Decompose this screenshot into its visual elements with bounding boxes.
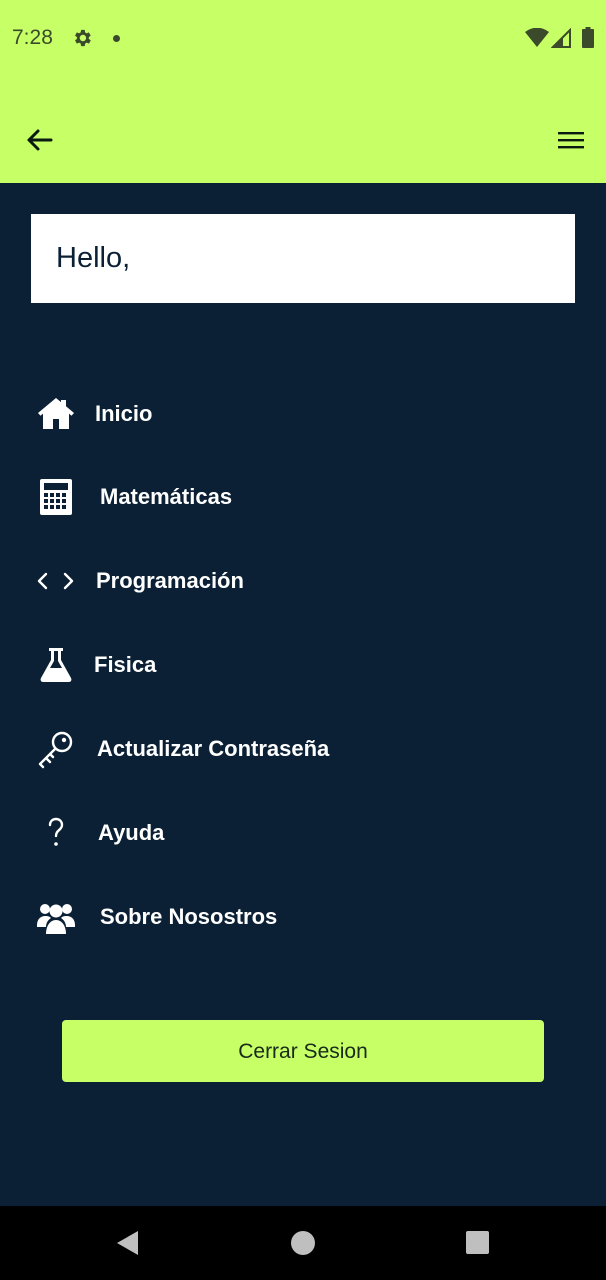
menu-item-label: Programación bbox=[96, 568, 244, 593]
nav-back-icon[interactable] bbox=[115, 1230, 141, 1256]
nav-recents-icon[interactable] bbox=[466, 1231, 489, 1254]
menu-item-label: Ayuda bbox=[98, 820, 165, 845]
wifi-icon bbox=[525, 28, 549, 47]
menu-item-programacion[interactable]: Programación bbox=[0, 551, 606, 611]
greeting-text: Hello, bbox=[56, 242, 131, 274]
status-time: 7:28 bbox=[12, 26, 53, 49]
menu-item-ayuda[interactable]: Ayuda bbox=[0, 803, 606, 863]
menu-item-label: Matemáticas bbox=[100, 484, 233, 509]
menu-item-matematicas[interactable]: Matemáticas bbox=[0, 467, 606, 527]
question-icon bbox=[48, 817, 64, 846]
arrow-left-icon[interactable] bbox=[24, 124, 56, 156]
menu-item-label: Inicio bbox=[95, 401, 153, 426]
settings-icon bbox=[75, 29, 91, 47]
battery-icon bbox=[582, 27, 594, 48]
logout-label: Cerrar Sesion bbox=[238, 1040, 368, 1063]
menu-item-label: Fisica bbox=[94, 652, 157, 677]
signal-icon bbox=[551, 28, 571, 48]
key-icon bbox=[38, 731, 73, 769]
logout-button[interactable]: Cerrar Sesion bbox=[62, 1020, 544, 1082]
menu-item-label: Actualizar Contraseña bbox=[97, 736, 330, 761]
menu-item-label: Sobre Nosostros bbox=[100, 904, 278, 929]
menu-item-sobre-nosotros[interactable]: Sobre Nosostros bbox=[0, 887, 606, 947]
greeting-card: Hello, bbox=[31, 214, 575, 303]
code-icon bbox=[37, 572, 74, 590]
notification-dot-icon bbox=[113, 35, 120, 42]
app-bar: 7:28 bbox=[0, 0, 606, 183]
nav-home-icon[interactable] bbox=[291, 1231, 315, 1255]
calculator-icon bbox=[40, 479, 72, 515]
home-icon bbox=[38, 398, 74, 429]
menu-item-inicio[interactable]: Inicio bbox=[0, 384, 606, 444]
menu-item-fisica[interactable]: Fisica bbox=[0, 635, 606, 695]
users-icon bbox=[37, 904, 75, 934]
flask-icon bbox=[40, 648, 72, 682]
menu-item-actualizar-contrasena[interactable]: Actualizar Contraseña bbox=[0, 719, 606, 779]
hamburger-menu-icon[interactable] bbox=[556, 126, 586, 154]
